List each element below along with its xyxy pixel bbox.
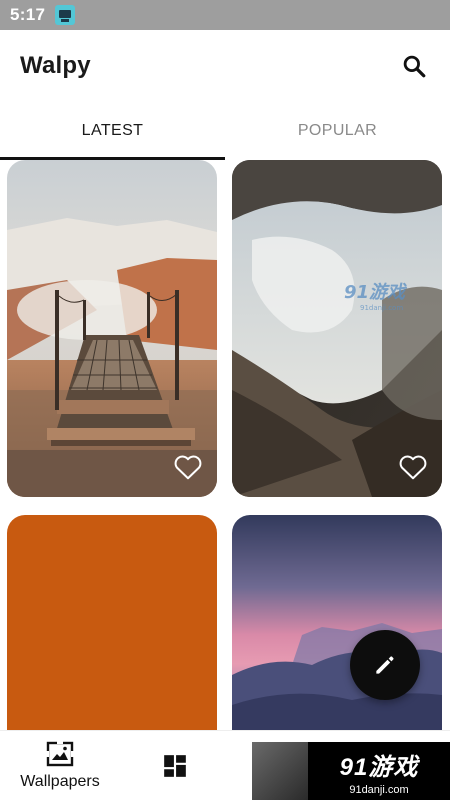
tab-latest-label: LATEST	[81, 122, 144, 139]
notification-app-icon	[55, 5, 76, 25]
tab-bar: LATEST POPULAR	[0, 102, 450, 160]
nav-item-wallpapers[interactable]: Wallpapers	[10, 731, 110, 800]
status-bar: 5:17	[0, 0, 450, 30]
pencil-icon	[376, 656, 394, 674]
nav-item-dashboard[interactable]	[150, 731, 200, 800]
edit-fab-button[interactable]	[350, 630, 420, 700]
wallpaper-image: 91游戏 91danji.com	[232, 160, 442, 497]
status-time: 5:17	[10, 5, 46, 24]
heart-outline-icon[interactable]	[173, 453, 203, 481]
watermark-url: 91danji.com	[349, 783, 409, 796]
app-title: Walpy	[20, 52, 91, 79]
tab-popular[interactable]: POPULAR	[225, 102, 450, 160]
watermark-logo: 91游戏 91danji.com	[252, 742, 450, 800]
tab-popular-label: POPULAR	[297, 122, 378, 139]
wallpaper-image	[232, 515, 442, 730]
wallpaper-card[interactable]	[7, 515, 217, 730]
search-button[interactable]	[394, 46, 434, 86]
wallpapers-icon	[46, 741, 74, 767]
dashboard-icon	[164, 755, 186, 777]
wallpaper-image	[7, 160, 217, 497]
tab-latest[interactable]: LATEST	[0, 102, 225, 160]
overlay-watermark-url: 91danji.com	[360, 304, 403, 312]
app-bar: Walpy	[0, 30, 450, 102]
wallpaper-card[interactable]	[232, 515, 442, 730]
watermark-content: 91游戏 91danji.com	[340, 747, 419, 796]
wallpaper-card[interactable]: 91游戏 91danji.com	[232, 160, 442, 497]
search-icon	[403, 55, 426, 78]
watermark-graphic	[252, 742, 308, 800]
overlay-watermark-text: 91游戏	[344, 282, 407, 303]
nav-item-wallpapers-label: Wallpapers	[20, 773, 100, 790]
heart-outline-icon[interactable]	[398, 453, 428, 481]
wallpaper-card[interactable]	[7, 160, 217, 497]
watermark-mark: 91游戏	[339, 753, 419, 781]
